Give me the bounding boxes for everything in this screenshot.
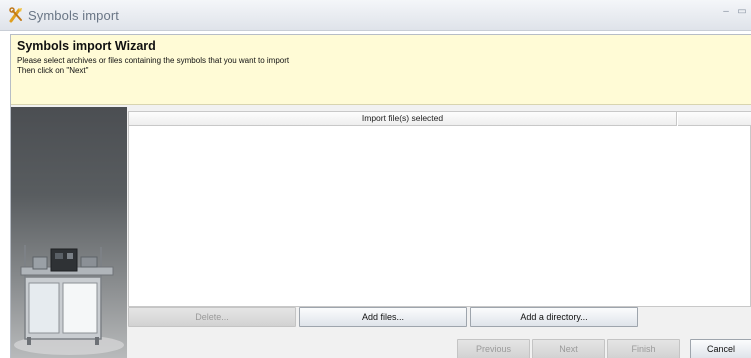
wizard-header: Symbols import Wizard Please select arch… bbox=[11, 35, 751, 105]
minimize-button[interactable]: – bbox=[720, 6, 732, 18]
wizard-frame: Symbols import Wizard Please select arch… bbox=[10, 34, 751, 358]
add-files-button[interactable]: Add files... bbox=[299, 307, 467, 327]
previous-button[interactable]: Previous bbox=[457, 339, 530, 358]
next-button[interactable]: Next bbox=[532, 339, 605, 358]
column-header-import-files[interactable]: Import file(s) selected bbox=[129, 112, 677, 126]
column-header-filler bbox=[678, 112, 751, 126]
finish-button[interactable]: Finish bbox=[607, 339, 680, 358]
delete-button[interactable]: Delete... bbox=[128, 307, 296, 327]
cancel-button[interactable]: Cancel bbox=[690, 339, 751, 358]
title-bar: Symbols import – ▭ bbox=[0, 0, 751, 31]
instruction-next-text: Then click on "Next" bbox=[17, 66, 89, 75]
window-title: Symbols import bbox=[28, 8, 119, 23]
maximize-button[interactable]: ▭ bbox=[736, 6, 748, 18]
wizard-title: Symbols import Wizard bbox=[17, 39, 156, 53]
import-files-table[interactable]: Import file(s) selected bbox=[128, 111, 751, 307]
instruction-text: Please select archives or files containi… bbox=[17, 56, 290, 65]
add-directory-button[interactable]: Add a directory... bbox=[470, 307, 638, 327]
wrench-pencil-icon bbox=[8, 6, 26, 24]
wizard-side-image bbox=[11, 107, 127, 358]
